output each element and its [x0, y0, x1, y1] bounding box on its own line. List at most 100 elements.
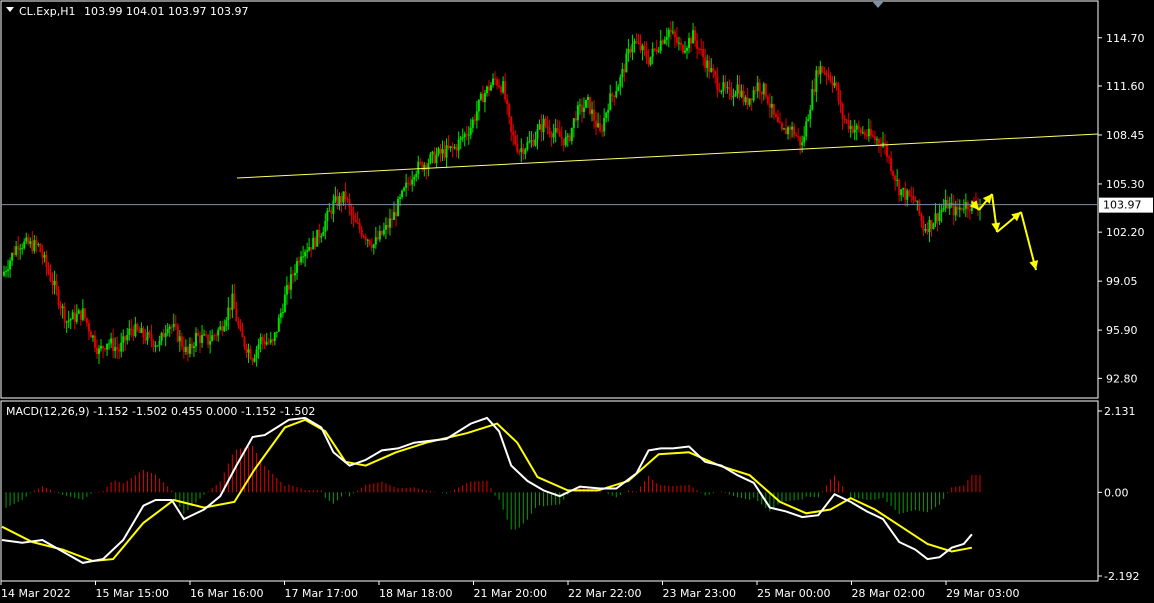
candle-body [380, 231, 383, 235]
candle-body [63, 306, 66, 323]
candle-body [736, 84, 739, 94]
candle-body [750, 98, 753, 101]
candle-body [637, 42, 640, 44]
candle-body [724, 82, 727, 88]
candle-body [401, 190, 404, 198]
candle-body [243, 337, 246, 347]
candle-body [483, 93, 486, 103]
ohlc-label: 103.99 104.01 103.97 103.97 [84, 5, 248, 18]
candle-body [663, 39, 666, 44]
candle-body [3, 271, 6, 276]
candle-body [950, 202, 953, 204]
candle-body [152, 341, 155, 347]
candle-body [69, 319, 72, 321]
candle-body [348, 199, 351, 207]
candle-body [787, 127, 790, 135]
candle-body [704, 57, 707, 68]
candle-body [477, 99, 480, 112]
candle-body [289, 274, 292, 290]
candle-body [675, 37, 678, 43]
candle-body [841, 104, 844, 119]
candle-body [23, 241, 26, 249]
candle-body [877, 139, 880, 144]
candle-body [534, 139, 537, 146]
candle-body [435, 154, 438, 164]
candle-body [631, 44, 634, 53]
candle-body [500, 87, 503, 93]
candle-body [465, 133, 468, 135]
candle-body [231, 293, 234, 310]
candle-body [75, 313, 78, 322]
candle-body [203, 334, 206, 336]
candle-body [469, 127, 472, 135]
time-tick-label-10: 29 Mar 03:00 [946, 587, 1019, 600]
candle-body [164, 333, 167, 338]
candle-body [748, 98, 751, 105]
candle-body [453, 147, 456, 149]
candle-body [496, 79, 499, 86]
candle-body [362, 236, 365, 238]
candle-body [552, 132, 555, 138]
candle-body [213, 335, 216, 337]
chart[interactable]: 114.70 111.60 108.45 105.30 102.20 99.05 95.90… [0, 0, 1154, 603]
candle-body [558, 131, 561, 137]
candle-body [81, 308, 84, 320]
candle-body [160, 333, 163, 341]
candle-body [801, 142, 804, 146]
candle-body [89, 331, 92, 338]
candle-body [958, 207, 961, 210]
candle-body [253, 357, 256, 362]
candle-body [904, 188, 907, 200]
candle-body [548, 127, 551, 134]
time-tick-label-0: 14 Mar 2022 [1, 587, 71, 600]
candle-body [116, 347, 119, 350]
candle-body [681, 44, 684, 53]
candle-body [485, 86, 488, 94]
candle-body [403, 187, 406, 191]
candle-body [837, 87, 840, 101]
candle-body [851, 126, 854, 133]
candle-body [494, 78, 497, 80]
candle-body [641, 45, 644, 51]
candle-body [873, 136, 876, 140]
candle-body [17, 246, 20, 250]
candle-body [819, 66, 822, 75]
candle-body [683, 50, 686, 53]
candle-body [7, 269, 10, 272]
candle-body [397, 198, 400, 217]
candle-body [182, 346, 185, 353]
candle-body [437, 148, 440, 155]
candle-body [304, 251, 307, 257]
candle-body [966, 202, 969, 210]
candle-body [219, 326, 222, 330]
current-price-label: 103.97 [1103, 199, 1142, 212]
candle-body [473, 119, 476, 121]
candle-body [916, 200, 919, 202]
candle-body [479, 93, 482, 100]
candle-body [645, 50, 648, 59]
candle-body [120, 342, 123, 352]
candle-body [13, 253, 16, 255]
candle-body [108, 343, 111, 345]
candle-body [857, 125, 860, 129]
candle-body [376, 237, 379, 240]
candle-body [344, 191, 347, 199]
candle-body [390, 218, 393, 220]
candle-body [542, 118, 545, 132]
candle-body [102, 346, 105, 349]
candle-body [669, 29, 672, 32]
candle-body [235, 308, 238, 322]
candle-body [87, 322, 90, 332]
candle-body [237, 321, 240, 326]
candle-body [591, 109, 594, 114]
candle-body [643, 45, 646, 51]
candle-body [708, 60, 711, 72]
candle-body [172, 323, 175, 328]
candle-body [59, 305, 62, 309]
candle-body [461, 137, 464, 139]
candle-body [948, 203, 951, 209]
candle-body [255, 349, 258, 358]
candle-body [665, 37, 668, 40]
candle-body [954, 206, 957, 216]
candle-body [726, 87, 729, 89]
